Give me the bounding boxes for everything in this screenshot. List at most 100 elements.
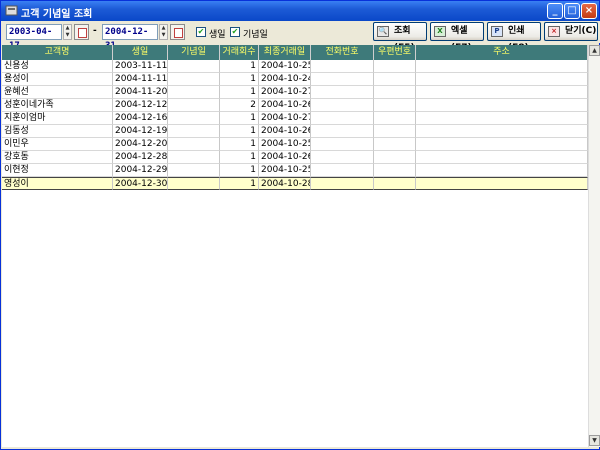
cell-anniversary (168, 125, 220, 138)
table-row-selected[interactable]: 영성이 2004-12-30 1 2004-10-28 (2, 177, 588, 190)
close-window-button[interactable]: × (581, 3, 597, 19)
scroll-up-button[interactable]: ▲ (589, 45, 600, 56)
cell-phone (311, 138, 374, 151)
header-col-anniversary[interactable]: 기념일 (168, 45, 220, 60)
cell-name: 김동성 (2, 125, 113, 138)
scroll-down-button[interactable]: ▼ (589, 435, 600, 446)
print-button[interactable]: P 인쇄(F8) (487, 22, 541, 53)
cell-last-trade: 2004-10-26 (259, 125, 311, 138)
cell-address (416, 177, 588, 190)
cell-birthday: 2004-11-11 (113, 73, 168, 86)
search-icon: 🔍 (377, 26, 389, 37)
minimize-button[interactable]: _ (547, 3, 563, 19)
cell-phone (311, 73, 374, 86)
cell-phone (311, 164, 374, 177)
cell-zip (374, 73, 416, 86)
table-row[interactable]: 용성이 2004-11-11 1 2004-10-24 (2, 73, 588, 86)
date-from-spinner[interactable]: ▲ ▼ (63, 24, 72, 40)
cell-name: 윤혜선 (2, 86, 113, 99)
vertical-scrollbar[interactable]: ▲ ▼ (588, 45, 600, 447)
table-row[interactable]: 윤혜선 2004-11-20 1 2004-10-27 (2, 86, 588, 99)
cell-address (416, 60, 588, 73)
app-icon (5, 5, 18, 16)
cell-phone (311, 99, 374, 112)
cell-name: 영성이 (2, 177, 113, 190)
header-col-name[interactable]: 고객명 (2, 45, 113, 60)
cell-address (416, 86, 588, 99)
cell-zip (374, 164, 416, 177)
table-row[interactable]: 신용성 2003-11-11 1 2004-10-25 (2, 60, 588, 73)
app-window: 고객 기념일 조회 _ □ × 2003-04-17 ▲▼ - 2004-12-… (0, 0, 600, 450)
cell-last-trade: 2004-10-25 (259, 60, 311, 73)
header-col-count[interactable]: 거래회수 (220, 45, 259, 60)
anniversary-checkbox[interactable]: ✔ (230, 27, 240, 37)
cell-birthday: 2004-12-29 (113, 164, 168, 177)
header-col-last-trade[interactable]: 최종거래일 (259, 45, 311, 60)
birthday-checkbox[interactable]: ✔ (196, 27, 206, 37)
table-row[interactable]: 이현정 2004-12-29 1 2004-10-25 (2, 164, 588, 177)
cell-name: 신용성 (2, 60, 113, 73)
cell-address (416, 164, 588, 177)
excel-button[interactable]: X 엑셀(F7) (430, 22, 484, 53)
date-from-input[interactable]: 2003-04-17 (6, 24, 62, 51)
cell-last-trade: 2004-10-25 (259, 164, 311, 177)
cell-count: 1 (220, 60, 259, 73)
date-to-calendar-button[interactable] (170, 24, 185, 40)
cell-last-trade: 2004-10-26 (259, 99, 311, 112)
cell-birthday: 2004-11-20 (113, 86, 168, 99)
cell-count: 1 (220, 112, 259, 125)
cell-last-trade: 2004-10-28 (259, 177, 311, 190)
cell-anniversary (168, 138, 220, 151)
cell-anniversary (168, 177, 220, 190)
table-row[interactable]: 강호동 2004-12-28 1 2004-10-26 (2, 151, 588, 164)
cell-phone (311, 177, 374, 190)
excel-icon: X (434, 26, 446, 37)
cell-count: 1 (220, 73, 259, 86)
table-row[interactable]: 김동성 2004-12-19 1 2004-10-26 (2, 125, 588, 138)
cell-last-trade: 2004-10-27 (259, 112, 311, 125)
cell-zip (374, 99, 416, 112)
header-col-zip[interactable]: 우편번호 (374, 45, 416, 60)
close-button[interactable]: × 닫기(C) (544, 22, 598, 41)
cell-anniversary (168, 164, 220, 177)
cell-last-trade: 2004-10-27 (259, 86, 311, 99)
cell-address (416, 73, 588, 86)
calendar-icon (78, 28, 87, 38)
cell-name: 이현정 (2, 164, 113, 177)
table-row[interactable]: 성훈이네가족 2004-12-12 2 2004-10-26 (2, 99, 588, 112)
header-col-phone[interactable]: 전화번호 (311, 45, 374, 60)
cell-name: 이민우 (2, 138, 113, 151)
grid-header: 고객명 생일 기념일 거래회수 최종거래일 전화번호 우편번호 주소 (2, 45, 588, 60)
title-bar[interactable]: 고객 기념일 조회 _ □ × (1, 1, 599, 21)
search-button[interactable]: 🔍 조회(F5) (373, 22, 427, 53)
cell-count: 1 (220, 151, 259, 164)
customer-grid[interactable]: 고객명 생일 기념일 거래회수 최종거래일 전화번호 우편번호 주소 신용성 2003-11-1… (2, 45, 588, 447)
date-to-spinner[interactable]: ▲ ▼ (159, 24, 168, 40)
maximize-button[interactable]: □ (564, 3, 580, 19)
calendar-icon (174, 28, 183, 38)
cell-zip (374, 86, 416, 99)
window-title: 고객 기념일 조회 (21, 9, 93, 20)
cell-count: 1 (220, 177, 259, 190)
date-to-input[interactable]: 2004-12-31 (102, 24, 158, 51)
date-from-calendar-button[interactable] (74, 24, 89, 40)
cell-address (416, 151, 588, 164)
cell-phone (311, 125, 374, 138)
cell-last-trade: 2004-10-25 (259, 138, 311, 151)
cell-address (416, 125, 588, 138)
table-row[interactable]: 지훈이엄마 2004-12-16 1 2004-10-27 (2, 112, 588, 125)
cell-count: 2 (220, 99, 259, 112)
cell-count: 1 (220, 164, 259, 177)
header-col-birthday[interactable]: 생일 (113, 45, 168, 60)
header-col-address[interactable]: 주소 (416, 45, 588, 60)
filter-toolbar: 2003-04-17 ▲▼ - 2004-12-31 ▲▼ ✔ 생일 ✔ 기념일… (2, 21, 600, 53)
cell-phone (311, 86, 374, 99)
cell-last-trade: 2004-10-26 (259, 151, 311, 164)
cell-anniversary (168, 99, 220, 112)
cell-birthday: 2004-12-20 (113, 138, 168, 151)
cell-birthday: 2004-12-28 (113, 151, 168, 164)
cell-zip (374, 177, 416, 190)
cell-name: 지훈이엄마 (2, 112, 113, 125)
table-row[interactable]: 이민우 2004-12-20 1 2004-10-25 (2, 138, 588, 151)
cell-address (416, 112, 588, 125)
